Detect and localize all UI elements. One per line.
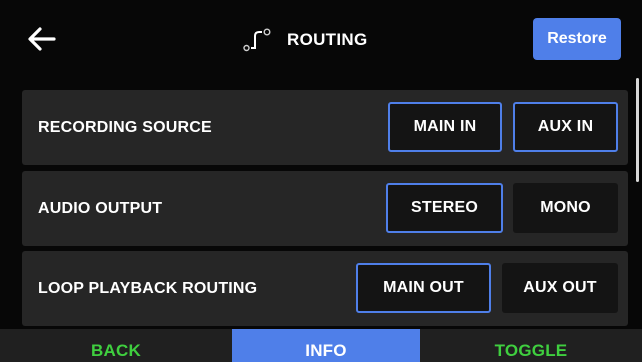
main-out-option[interactable]: MAIN OUT <box>356 263 491 313</box>
title-group: ROUTING <box>243 26 367 54</box>
toggle-softkey[interactable]: TOGGLE <box>420 329 642 362</box>
back-softkey[interactable]: BACK <box>0 329 232 362</box>
routing-icon <box>243 27 273 53</box>
loop-playback-routing-label: LOOP PLAYBACK ROUTING <box>38 279 258 297</box>
stereo-option[interactable]: STEREO <box>386 183 503 233</box>
row-audio-output: AUDIO OUTPUT STEREO MONO <box>22 171 628 246</box>
back-arrow-icon[interactable] <box>26 26 58 52</box>
header-bar: ROUTING Restore <box>0 0 642 78</box>
aux-out-option[interactable]: AUX OUT <box>502 263 618 313</box>
restore-button[interactable]: Restore <box>533 18 621 60</box>
scrollbar[interactable] <box>636 78 639 328</box>
recording-source-label: RECORDING SOURCE <box>38 118 212 136</box>
aux-in-option[interactable]: AUX IN <box>513 102 618 152</box>
scrollbar-thumb[interactable] <box>636 78 639 182</box>
settings-list: RECORDING SOURCE MAIN IN AUX IN AUDIO OU… <box>0 78 642 328</box>
row-loop-playback-routing: LOOP PLAYBACK ROUTING MAIN OUT AUX OUT <box>22 251 628 326</box>
audio-output-label: AUDIO OUTPUT <box>38 199 163 217</box>
mono-option[interactable]: MONO <box>513 183 618 233</box>
softkey-bar: BACK INFO TOGGLE <box>0 329 642 362</box>
info-softkey[interactable]: INFO <box>232 329 420 362</box>
main-in-option[interactable]: MAIN IN <box>388 102 502 152</box>
page-title: ROUTING <box>287 30 368 49</box>
row-recording-source: RECORDING SOURCE MAIN IN AUX IN <box>22 90 628 165</box>
